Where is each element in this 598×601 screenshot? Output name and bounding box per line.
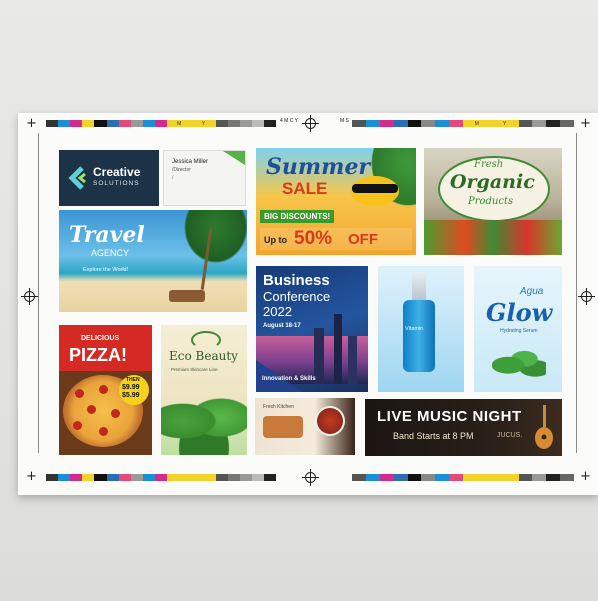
skyscraper <box>334 314 342 384</box>
print-note: 4 M C Y <box>280 118 298 124</box>
serum-label: Vitamin <box>405 326 424 332</box>
print-note: M S <box>340 118 349 124</box>
pizza-label1: DELICIOUS <box>81 335 120 342</box>
chairs-image <box>169 290 205 302</box>
music-title: LIVE MUSIC NIGHT <box>377 408 522 425</box>
panel-pizza: DELICIOUS PIZZA! THEN $9.99 $5.99 <box>59 325 152 455</box>
glow-sub: Hydrating Serum <box>500 328 538 334</box>
strip-letter: M <box>167 120 192 127</box>
panel-summer-sale: Summer SALE BIG DISCOUNTS! Up to 50% OFF <box>256 148 416 255</box>
trim-line <box>38 133 39 453</box>
pepperoni <box>111 409 120 418</box>
products-word: Products <box>468 196 514 207</box>
price1: $9.99 <box>122 384 140 391</box>
panel-business-conference: Business Conference 2022 August 18-17 In… <box>256 266 368 392</box>
creative-title: Creative <box>93 165 141 179</box>
guitar-icon <box>535 405 553 449</box>
pepperoni <box>87 405 96 414</box>
pepperoni <box>73 421 82 430</box>
crop-mark-icon: + <box>580 469 591 484</box>
green-leaves-image <box>161 387 247 455</box>
color-strip-bottom-right <box>352 474 574 481</box>
conference-title: Conference <box>263 289 331 304</box>
dropper-cap <box>412 272 426 302</box>
panel-serum-bottle: Vitamin <box>378 266 464 392</box>
sunglasses-icon <box>352 184 398 193</box>
conference-footer: Innovation & Skills <box>262 376 316 382</box>
discount-badge: BIG DISCOUNTS! <box>260 210 335 223</box>
pepperoni <box>99 427 108 436</box>
upto-text: Up to <box>264 235 287 245</box>
logo-chevron-icon <box>68 166 86 190</box>
panel-creative-solutions: Creative SOLUTIONS <box>59 150 159 206</box>
creative-sub: SOLUTIONS <box>93 180 140 187</box>
crop-mark-icon: + <box>26 116 37 131</box>
price2: $5.99 <box>122 392 140 399</box>
dish-image <box>263 416 303 438</box>
color-strip-top-right: MY <box>352 120 574 127</box>
card-line: / <box>172 175 174 181</box>
glow-word: Glow <box>486 298 553 327</box>
fresh-word: Fresh <box>474 159 504 170</box>
vegetables-image <box>424 220 562 255</box>
price-then: THEN <box>126 377 140 383</box>
card-role: /Director <box>172 167 191 173</box>
travel-sub: AGENCY <box>91 248 130 258</box>
agua-word: Agua <box>520 286 544 297</box>
conference-date: August 18-17 <box>263 323 301 329</box>
bowl-image <box>315 406 345 436</box>
registration-mark-icon <box>302 115 319 132</box>
crop-mark-icon: + <box>580 116 591 131</box>
card-name: Jessica Miller <box>172 159 209 165</box>
panel-business-card: Jessica Miller /Director / <box>163 150 246 206</box>
registration-mark-icon <box>21 288 38 305</box>
trim-line <box>576 133 577 453</box>
eco-sub: Premium Skincare Line <box>171 367 218 372</box>
panel-eco-beauty: Eco Beauty Premium Skincare Line <box>161 325 247 455</box>
pizza-label2: PIZZA! <box>69 345 127 365</box>
sale-word: SALE <box>282 179 328 198</box>
percent-text: 50% <box>294 228 333 249</box>
eco-title: Eco Beauty <box>169 349 238 363</box>
panel-agua-glow: Agua Glow Hydrating Serum <box>474 266 562 392</box>
business-title: Business <box>263 272 330 289</box>
travel-tagline: Explore the World! <box>83 267 129 273</box>
panel-live-music: LIVE MUSIC NIGHT Band Starts at 8 PM JUC… <box>365 399 562 456</box>
music-sub: Band Starts at 8 PM <box>393 431 474 441</box>
summer-word: Summer <box>266 154 371 180</box>
off-text: OFF <box>348 231 378 248</box>
strip-letter: Y <box>191 120 216 127</box>
print-sheet: MY 4 M C Y M S MY + + + + Creative SOLUT… <box>18 113 598 495</box>
serum-bottle-icon <box>403 300 435 372</box>
registration-mark-icon <box>302 469 319 486</box>
strip-letter: M <box>463 120 491 127</box>
food-label: Fresh Kitchen <box>263 404 294 410</box>
leaf-logo-icon <box>191 331 221 349</box>
skyscraper <box>348 336 357 384</box>
conference-year: 2022 <box>263 304 292 319</box>
panel-travel-agency: Travel AGENCY Explore the World! <box>59 210 247 312</box>
panel-fresh-organic: Fresh Organic Products <box>424 148 562 255</box>
travel-title: Travel <box>69 222 145 248</box>
strip-letter: Y <box>490 120 519 127</box>
card-corner-accent <box>223 151 245 165</box>
pepperoni <box>75 389 84 398</box>
registration-mark-icon <box>578 288 595 305</box>
color-strip-bottom-left <box>46 474 277 481</box>
color-strip-top-left: MY <box>46 120 277 127</box>
crop-mark-icon: + <box>26 469 37 484</box>
panel-food-banner: Fresh Kitchen <box>255 398 355 455</box>
organic-word: Organic <box>450 171 535 193</box>
pepperoni <box>99 385 108 394</box>
leaves-icon <box>492 346 546 378</box>
music-tail: JUCUS. <box>497 432 523 439</box>
